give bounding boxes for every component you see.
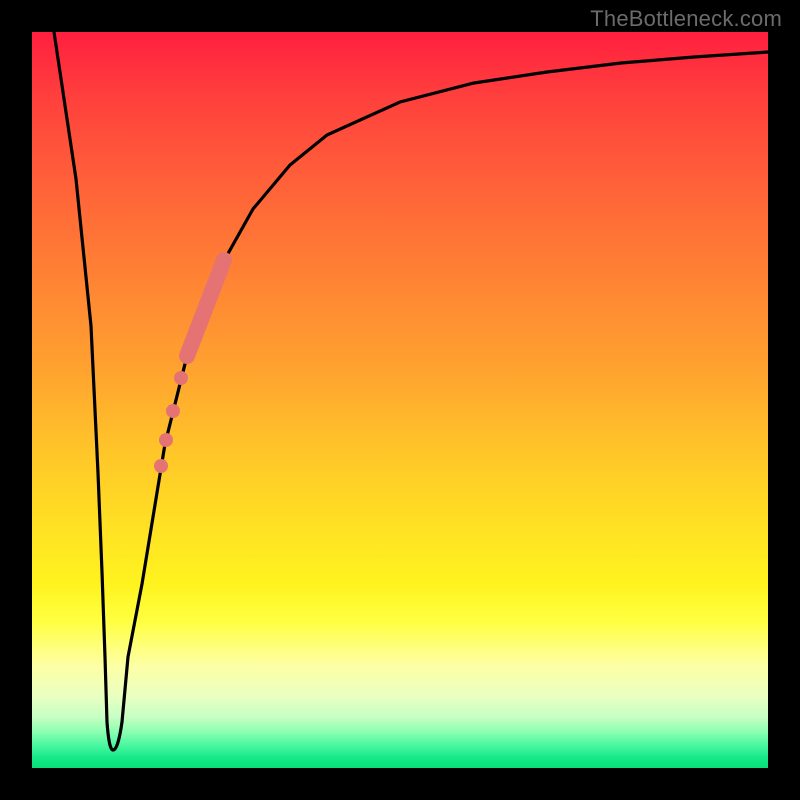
chart-root: TheBottleneck.com (0, 0, 800, 800)
highlight-band (187, 260, 224, 356)
marker-dot (166, 404, 180, 418)
marker-dot (154, 459, 168, 473)
bottleneck-curve (32, 32, 768, 768)
watermark-text: TheBottleneck.com (590, 6, 782, 32)
plot-area (32, 32, 768, 768)
marker-dot (174, 371, 188, 385)
curve-path (54, 32, 768, 750)
marker-dot (159, 433, 173, 447)
